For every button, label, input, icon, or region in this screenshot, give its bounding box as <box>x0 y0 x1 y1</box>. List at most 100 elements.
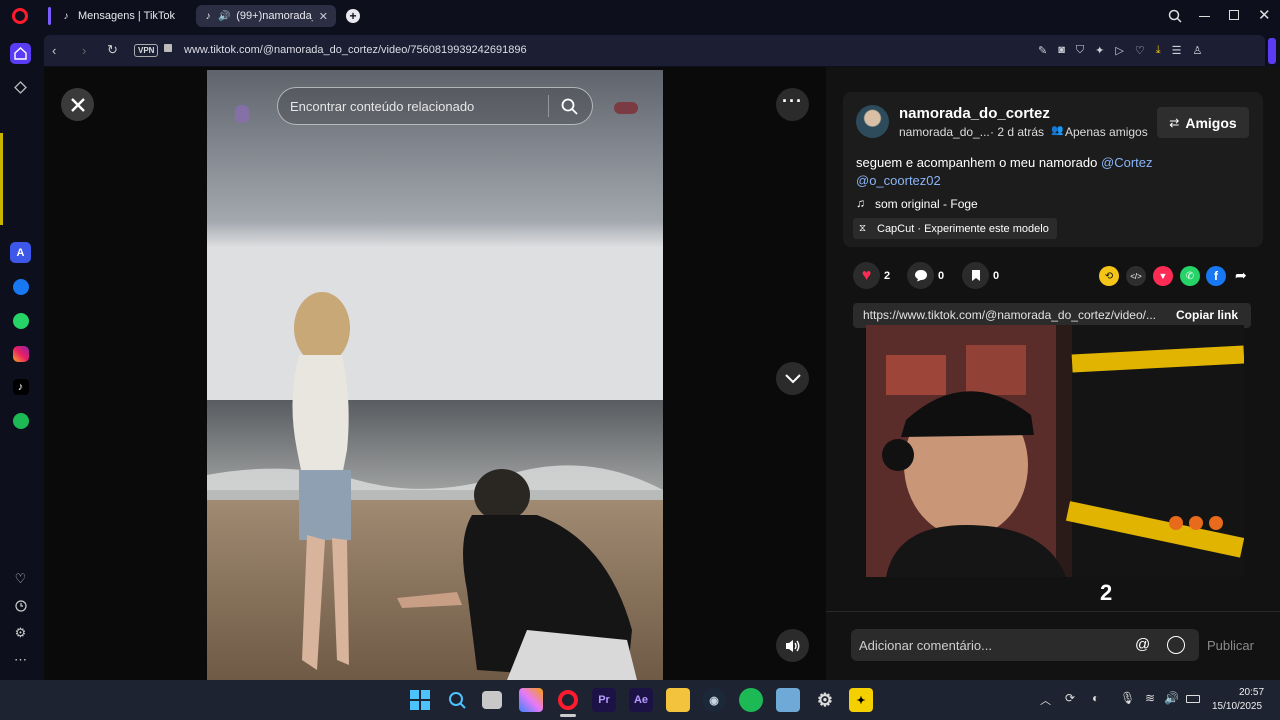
capcut-icon: ⧖ <box>859 223 867 234</box>
sound-link[interactable]: som original - Foge <box>875 197 978 211</box>
video-top-right-sticker <box>614 102 638 114</box>
search-icon[interactable] <box>561 98 578 115</box>
save-button[interactable] <box>962 262 989 289</box>
vpn-badge[interactable]: VPN <box>134 44 159 57</box>
like-button[interactable]: ♥ <box>853 262 880 289</box>
new-tab-button[interactable]: + <box>346 9 360 23</box>
play-icon[interactable]: ▷ <box>1115 44 1123 57</box>
tab-video[interactable]: ♪ 🔊 (99+)namorada_do_cc ✕ <box>196 5 336 27</box>
close-window-icon[interactable]: ✕ <box>1258 6 1271 24</box>
next-video-button[interactable] <box>776 362 809 395</box>
battery-icon[interactable] <box>1186 695 1200 703</box>
instagram-icon[interactable] <box>10 343 31 364</box>
back-icon[interactable]: ‹ <box>52 43 56 58</box>
heart-icon[interactable]: ♡ <box>10 568 31 589</box>
url-text[interactable]: www.tiktok.com/@namorada_do_cortez/video… <box>184 44 527 56</box>
emoji-icon[interactable] <box>1167 636 1185 654</box>
whatsapp-share-icon[interactable]: ✆ <box>1180 266 1200 286</box>
whatsapp-icon[interactable] <box>10 310 31 331</box>
edit-icon[interactable]: ✎ <box>1038 44 1047 57</box>
close-icon <box>70 97 85 112</box>
send-icon[interactable]: ▼ <box>1153 266 1173 286</box>
history-icon[interactable] <box>10 595 31 616</box>
related-search-input[interactable]: Encontrar conteúdo relacionado <box>290 99 474 114</box>
post-handle[interactable]: namorada_do_... <box>899 125 990 139</box>
tray-chevron-icon[interactable]: ︿ <box>1040 692 1051 708</box>
more-options-button[interactable]: ··· <box>776 88 809 121</box>
video-player[interactable] <box>207 70 663 680</box>
search-taskbar-icon[interactable] <box>445 688 469 712</box>
wifi-icon[interactable]: ≋ <box>1145 691 1155 705</box>
more-icon[interactable]: ⋯ <box>10 649 31 670</box>
app-taskbar-icon[interactable] <box>776 688 800 712</box>
overlay-counter: 2 <box>1100 580 1113 605</box>
comment-button[interactable] <box>907 262 934 289</box>
settings-taskbar-icon[interactable]: ⚙ <box>813 688 837 712</box>
mention-at-icon[interactable]: @ <box>1135 636 1150 653</box>
task-view-icon[interactable] <box>482 691 502 709</box>
right-edge-handle[interactable] <box>1268 38 1276 64</box>
comment-input[interactable]: Adicionar comentário... <box>859 638 992 653</box>
facebook-share-icon[interactable]: f <box>1206 266 1226 286</box>
restore-icon[interactable] <box>1229 10 1239 20</box>
premiere-icon[interactable]: Pr <box>592 688 616 712</box>
reload-icon[interactable]: ↻ <box>107 42 118 58</box>
mention-link[interactable]: @o_coortez02 <box>856 173 941 188</box>
opera-taskbar-icon[interactable] <box>556 688 580 712</box>
copy-link-button[interactable]: Copiar link <box>1176 308 1238 322</box>
search-divider <box>548 95 549 117</box>
comment-count: 0 <box>938 270 945 282</box>
camera-icon[interactable]: ◙ <box>1058 44 1065 57</box>
capcut-badge[interactable]: ⧖ CapCut · Experimente este modelo <box>853 218 1057 239</box>
volume-tray-icon[interactable]: 🔊 <box>1164 691 1179 705</box>
aria-icon[interactable]: A <box>10 242 31 263</box>
home-icon[interactable] <box>10 43 31 64</box>
copilot-icon[interactable] <box>519 688 543 712</box>
easy-setup-icon[interactable]: ☰ <box>1172 44 1182 57</box>
clock-time[interactable]: 20:57 <box>1239 687 1264 698</box>
friends-button[interactable]: ⇄ Amigos <box>1157 107 1249 138</box>
profile-icon[interactable]: ♙ <box>1192 44 1202 57</box>
tab-group-indicator <box>48 7 51 25</box>
clock-date[interactable]: 15/10/2025 <box>1212 701 1262 712</box>
spotify-taskbar-icon[interactable] <box>739 688 763 712</box>
minimize-icon[interactable] <box>1199 16 1210 17</box>
tiktok-sidebar-icon[interactable]: ♪ <box>10 376 31 397</box>
app2-taskbar-icon[interactable]: ✦ <box>849 688 873 712</box>
close-tab-icon[interactable]: ✕ <box>319 10 328 23</box>
messenger-icon[interactable] <box>10 276 31 297</box>
embed-icon[interactable]: </> <box>1126 266 1146 286</box>
search-tabs-icon[interactable] <box>1168 9 1182 23</box>
extensions-icon[interactable]: ✦ <box>1095 44 1104 57</box>
tray-sync-icon[interactable]: ⟳ <box>1065 691 1075 705</box>
close-video-button[interactable] <box>61 88 94 121</box>
steam-icon[interactable]: ◉ <box>702 688 726 712</box>
download-icon[interactable]: ⤓ <box>1156 44 1161 57</box>
file-explorer-icon[interactable] <box>666 688 690 712</box>
after-effects-icon[interactable]: Ae <box>629 688 653 712</box>
windows-start-icon[interactable] <box>408 688 432 712</box>
shield-icon[interactable]: ⛉ <box>1076 44 1084 57</box>
lock-icon[interactable] <box>164 44 172 52</box>
post-link[interactable]: https://www.tiktok.com/@namorada_do_cort… <box>863 308 1156 322</box>
tab-mensagens[interactable]: ♪ Mensagens | TikTok <box>52 5 192 27</box>
spotify-icon[interactable] <box>10 410 31 431</box>
heart-outline-icon[interactable]: ♡ <box>1135 44 1145 57</box>
avatar[interactable] <box>856 105 889 138</box>
heart-icon: ♥ <box>861 266 872 284</box>
pinboards-icon[interactable] <box>10 77 31 98</box>
tray-app-icon[interactable]: ◐ <box>1092 691 1099 705</box>
mention-link[interactable]: @Cortez <box>1101 155 1153 170</box>
repost-icon[interactable]: ⟲ <box>1099 266 1119 286</box>
speaker-icon[interactable]: 🔊 <box>218 10 230 22</box>
browser-sidebar: A ♪ ♡ ⚙ ⋯ <box>0 33 41 680</box>
volume-button[interactable] <box>776 629 809 662</box>
share-arrow-icon[interactable]: ➦ <box>1235 267 1247 284</box>
video-top-left-sticker <box>235 105 249 123</box>
publish-button[interactable]: Publicar <box>1207 638 1254 653</box>
opera-logo-icon[interactable] <box>12 8 28 24</box>
settings-icon[interactable]: ⚙ <box>10 622 31 643</box>
forward-icon[interactable]: › <box>82 43 86 58</box>
post-username[interactable]: namorada_do_cortez <box>899 105 1050 122</box>
tray-mic-icon[interactable]: 🎙 <box>1120 691 1135 705</box>
